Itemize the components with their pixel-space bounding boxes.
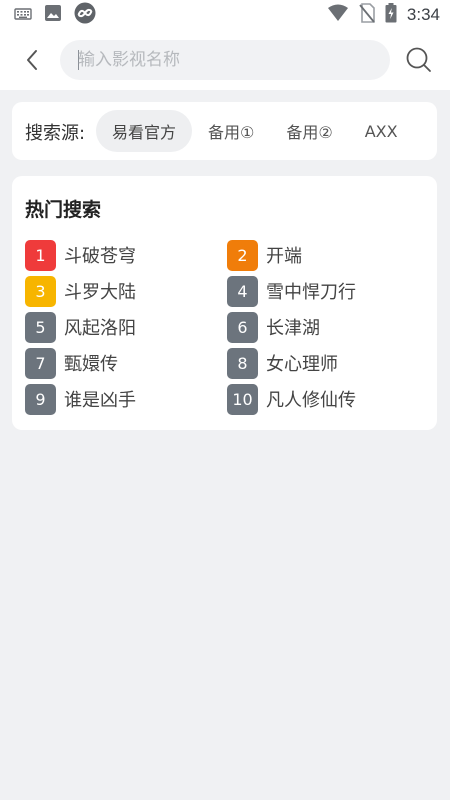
chevron-left-icon: [27, 50, 37, 70]
status-time: 3:34: [406, 5, 440, 24]
rank-badge: 9: [25, 383, 56, 415]
hot-search-name: 长津湖: [266, 318, 320, 339]
hot-search-name: 斗破苍穹: [64, 246, 136, 267]
hot-search-name: 斗罗大陆: [64, 282, 136, 303]
hot-search-name: 甄嬛传: [64, 354, 118, 375]
image-icon: [44, 4, 62, 26]
hot-search-item[interactable]: 10 凡人修仙传: [227, 383, 356, 415]
search-input[interactable]: [78, 40, 378, 80]
rank-badge: 7: [25, 347, 56, 379]
search-header: [0, 30, 450, 90]
rank-badge: 4: [227, 275, 258, 307]
search-source-label: 搜索源:: [25, 123, 86, 144]
no-sim-icon: [359, 3, 375, 27]
source-tab-2[interactable]: 备用①: [192, 110, 270, 152]
source-tab-3[interactable]: 备用②: [270, 110, 348, 152]
hot-search-item[interactable]: 6 长津湖: [227, 311, 320, 343]
battery-charging-icon: [385, 3, 397, 27]
app-infinity-icon: [74, 2, 96, 28]
hot-search-item[interactable]: 8 女心理师: [227, 347, 338, 379]
hot-search-name: 风起洛阳: [64, 318, 136, 339]
rank-badge: 10: [227, 383, 258, 415]
keyboard-icon: [14, 6, 32, 25]
hot-search-name: 女心理师: [266, 354, 338, 375]
hot-search-item[interactable]: 7 甄嬛传: [25, 347, 118, 379]
hot-search-name: 凡人修仙传: [266, 390, 356, 411]
wifi-icon: [327, 4, 349, 26]
search-icon: [406, 47, 431, 72]
rank-badge: 1: [25, 239, 56, 271]
rank-badge: 5: [25, 311, 56, 343]
hot-search-item[interactable]: 1 斗破苍穹: [25, 239, 136, 271]
hot-search-title: 热门搜索: [25, 199, 102, 221]
search-source-tabs: 易看官方 备用① 备用② AXX: [96, 110, 414, 152]
back-button[interactable]: [18, 46, 46, 74]
search-source-card: 搜索源: 易看官方 备用① 备用② AXX: [12, 102, 437, 160]
rank-badge: 8: [227, 347, 258, 379]
source-tab-1[interactable]: 易看官方: [96, 110, 193, 152]
rank-badge: 6: [227, 311, 258, 343]
hot-search-item[interactable]: 2 开端: [227, 239, 302, 271]
hot-search-item[interactable]: 3 斗罗大陆: [25, 275, 136, 307]
hot-search-item[interactable]: 9 谁是凶手: [25, 383, 136, 415]
search-button[interactable]: [403, 44, 435, 76]
hot-search-name: 雪中悍刀行: [266, 282, 356, 303]
hot-search-item[interactable]: 5 风起洛阳: [25, 311, 136, 343]
search-field[interactable]: [60, 40, 390, 80]
hot-search-item[interactable]: 4 雪中悍刀行: [227, 275, 356, 307]
rank-badge: 2: [227, 239, 258, 271]
source-tab-4[interactable]: AXX: [349, 110, 414, 152]
hot-search-name: 谁是凶手: [64, 390, 136, 411]
hot-search-card: 热门搜索 1 斗破苍穹 2 开端 3 斗罗大陆 4 雪中悍刀行 5 风起洛阳 6 长津湖 7 甄嬛传 8 女心…: [12, 176, 437, 430]
status-bar: 3:34: [0, 0, 450, 30]
rank-badge: 3: [25, 275, 56, 307]
hot-search-name: 开端: [266, 246, 302, 267]
